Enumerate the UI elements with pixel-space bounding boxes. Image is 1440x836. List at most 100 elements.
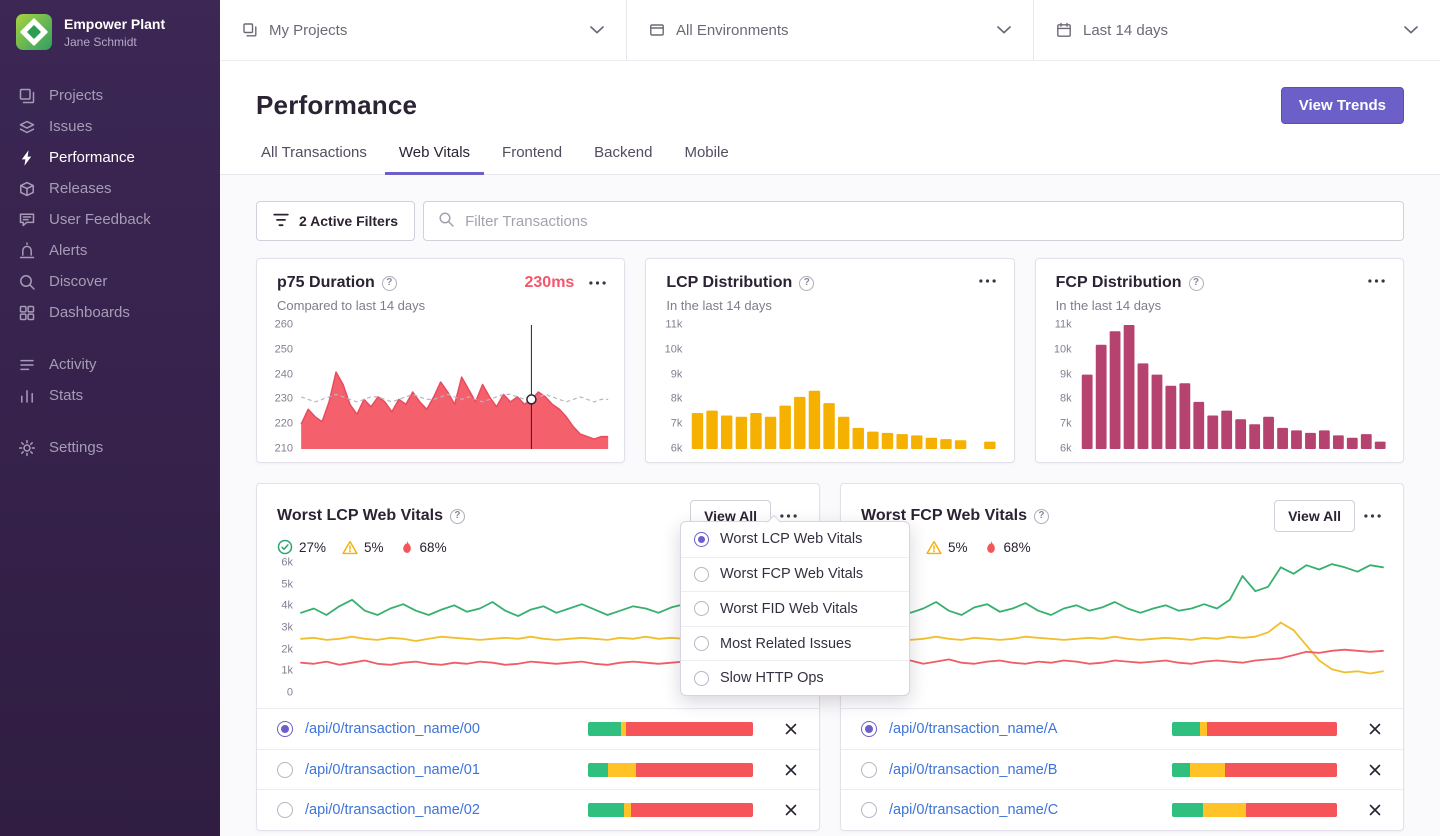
tabs: All Transactions Web Vitals Frontend Bac… [247, 138, 1404, 175]
active-filters-button[interactable]: 2 Active Filters [256, 201, 416, 241]
dropdown-item-worst-fcp[interactable]: Worst FCP Web Vitals [681, 556, 909, 592]
transaction-row: /api/0/transaction_name/00 [257, 708, 819, 749]
sidebar-item-discover[interactable]: Discover [0, 266, 220, 297]
sidebar-item-label: Releases [49, 180, 112, 197]
axis-tick-label: 230 [274, 392, 293, 405]
sidebar-nav-primary: Projects Issues Performance Releases Use… [0, 80, 220, 328]
card-menu-button[interactable] [1366, 274, 1387, 288]
transaction-row: /api/0/transaction_name/02 [257, 789, 819, 830]
stat-value: 27% [299, 539, 327, 555]
sidebar: Empower Plant Jane Schmidt Projects Issu… [0, 0, 220, 836]
help-icon[interactable] [381, 275, 397, 291]
activity-icon [18, 356, 36, 374]
card-menu-button[interactable] [1362, 509, 1383, 523]
remove-transaction-button[interactable] [781, 719, 801, 739]
project-filter-dropdown[interactable]: My Projects [220, 0, 626, 60]
sidebar-item-settings[interactable]: Settings [0, 432, 220, 463]
date-range-label: Last 14 days [1083, 21, 1169, 39]
axis-tick-label: 8k [670, 392, 683, 405]
dropdown-item-most-related-issues[interactable]: Most Related Issues [681, 625, 909, 661]
transaction-radio[interactable] [277, 761, 293, 778]
option-radio[interactable] [694, 670, 709, 686]
axis-tick-label: 11k [1054, 318, 1072, 331]
tab-mobile[interactable]: Mobile [670, 138, 742, 175]
transaction-radio[interactable] [861, 720, 877, 737]
remove-transaction-button[interactable] [1365, 800, 1385, 820]
axis-tick-label: 0 [286, 686, 293, 699]
sidebar-item-stats[interactable]: Stats [0, 380, 220, 411]
dropdown-item-worst-lcp[interactable]: Worst LCP Web Vitals [681, 522, 909, 557]
page-title: Performance [256, 90, 418, 120]
axis-tick-label: 7k [1060, 417, 1072, 430]
tab-web-vitals[interactable]: Web Vitals [384, 138, 485, 175]
stat-value: 5% [948, 539, 968, 555]
projects-icon [18, 87, 36, 105]
sidebar-item-performance[interactable]: Performance [0, 142, 220, 173]
sidebar-item-projects[interactable]: Projects [0, 80, 220, 111]
axis-tick-label: 9k [1060, 368, 1072, 381]
environment-filter-dropdown[interactable]: All Environments [626, 0, 1033, 60]
sidebar-item-label: Issues [49, 118, 93, 135]
y-axis: 260 250 240 230 220 210 [267, 319, 301, 454]
remove-transaction-button[interactable] [1365, 760, 1385, 780]
option-radio[interactable] [694, 601, 709, 617]
tab-all-transactions[interactable]: All Transactions [247, 138, 381, 175]
card-menu-button[interactable] [977, 274, 998, 288]
vitals-stacked-bar [588, 762, 753, 777]
transaction-radio[interactable] [277, 720, 293, 737]
sidebar-item-label: Performance [49, 149, 135, 166]
filter-transactions-input[interactable] [465, 212, 1389, 230]
help-icon[interactable] [799, 275, 815, 291]
help-icon[interactable] [1188, 275, 1204, 291]
warning-triangle-icon [926, 540, 942, 555]
transaction-radio[interactable] [277, 802, 293, 819]
option-radio[interactable] [694, 566, 709, 582]
org-switcher[interactable]: Empower Plant Jane Schmidt [0, 0, 220, 64]
option-radio[interactable] [694, 636, 709, 652]
dropdown-item-slow-http-ops[interactable]: Slow HTTP Ops [681, 660, 909, 695]
sidebar-item-issues[interactable]: Issues [0, 111, 220, 142]
sidebar-item-activity[interactable]: Activity [0, 349, 220, 380]
sidebar-item-dashboards[interactable]: Dashboards [0, 297, 220, 328]
sidebar-item-releases[interactable]: Releases [0, 173, 220, 204]
y-axis: 6k 5k 4k 3k 2k 1k 0 [267, 557, 301, 698]
option-radio[interactable] [694, 531, 709, 547]
view-all-button[interactable]: View All [1274, 500, 1355, 532]
flame-icon [984, 540, 998, 554]
fcp-distribution-card: FCP Distribution In the last 14 days 11k… [1034, 258, 1404, 463]
sidebar-item-user-feedback[interactable]: User Feedback [0, 204, 220, 235]
dropdown-item-worst-fid[interactable]: Worst FID Web Vitals [681, 591, 909, 626]
transaction-link[interactable]: /api/0/transaction_name/01 [305, 762, 480, 778]
help-icon[interactable] [1033, 508, 1049, 524]
p75-duration-card: p75 Duration Compared to last 14 days 23… [256, 258, 626, 463]
help-icon[interactable] [449, 508, 465, 524]
project-filter-label: My Projects [269, 21, 348, 39]
remove-transaction-button[interactable] [781, 800, 801, 820]
sidebar-item-alerts[interactable]: Alerts [0, 235, 220, 266]
vitals-stacked-bar [588, 721, 753, 736]
vitals-dropdown-menu: Worst LCP Web Vitals Worst FCP Web Vital… [680, 514, 910, 696]
axis-tick-label: 9k [670, 368, 683, 381]
remove-transaction-button[interactable] [1365, 719, 1385, 739]
lcp-distribution-chart [692, 390, 996, 449]
view-trends-button[interactable]: View Trends [1280, 87, 1404, 124]
check-circle-icon [277, 539, 293, 555]
transaction-radio[interactable] [861, 802, 877, 819]
transaction-link[interactable]: /api/0/transaction_name/C [889, 802, 1058, 818]
card-subtitle: In the last 14 days [666, 298, 772, 313]
main-content: Performance View Trends All Transactions… [220, 61, 1440, 836]
sidebar-item-label: Settings [49, 439, 104, 456]
transaction-link[interactable]: /api/0/transaction_name/00 [305, 721, 480, 737]
card-menu-button[interactable] [587, 276, 608, 290]
tab-backend[interactable]: Backend [580, 138, 666, 175]
transaction-link[interactable]: /api/0/transaction_name/02 [305, 802, 480, 818]
transaction-radio[interactable] [861, 761, 877, 778]
tab-frontend[interactable]: Frontend [488, 138, 576, 175]
remove-transaction-button[interactable] [781, 760, 801, 780]
transaction-link[interactable]: /api/0/transaction_name/A [889, 721, 1057, 737]
app: Empower Plant Jane Schmidt Projects Issu… [0, 0, 1440, 836]
transaction-link[interactable]: /api/0/transaction_name/B [889, 762, 1057, 778]
axis-tick-label: 6k [670, 442, 683, 455]
meh-stat: 5% [342, 540, 384, 555]
date-range-dropdown[interactable]: Last 14 days [1033, 0, 1440, 60]
